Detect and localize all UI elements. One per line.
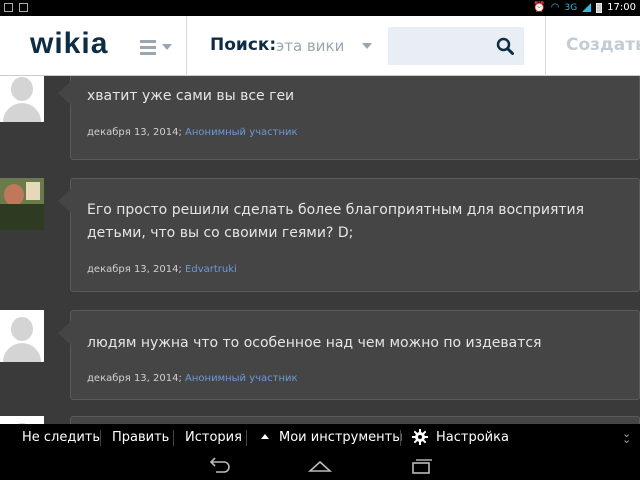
alarm-icon: ⏰ [533,2,546,13]
toolbar-separator [400,430,401,446]
search-icon[interactable] [496,37,514,55]
avatar-head [11,77,33,101]
home-icon[interactable] [307,457,333,475]
back-icon[interactable] [206,457,232,475]
comments-list: хватит уже сами вы все геи декабря 13, 2… [0,76,640,424]
history-button[interactable]: История [185,430,242,445]
chevron-down-icon [162,44,172,50]
clock: 17:00 [607,2,636,13]
avatar[interactable] [0,310,44,362]
menu-button[interactable] [140,38,180,58]
create-button[interactable]: Создать [566,35,640,55]
comment-date: декабря 13, 2014; [87,127,186,138]
comment-bubble: Его просто решили сделать более благопри… [58,178,640,292]
header-divider [545,16,546,76]
avatar-photo-part [0,204,44,230]
comment-date: декабря 13, 2014; [87,373,186,384]
hamburger-line [140,46,156,49]
comment-item: хватит уже сами вы все геи декабря 13, 2… [0,76,640,160]
comment-bubble: людям нужна что то особенное над чем мож… [58,310,640,400]
battery-icon [596,2,603,13]
header-divider [186,16,187,76]
status-bar: ⏰ ◠ 3G 17:00 [0,0,640,16]
comment-bubble [70,416,640,424]
chevron-up-icon [261,434,269,439]
comment-bubble: хватит уже сами вы все геи декабря 13, 2… [58,76,640,160]
comment-date: декабря 13, 2014; [87,264,186,275]
collapse-toolbar-icon[interactable]: ⌄ ⌄ [622,428,632,445]
signal-icon [582,3,592,12]
wikia-header: wikia Поиск: эта вики Создать [0,16,640,76]
toolbar-separator [173,430,174,446]
avatar-body [3,103,41,122]
comment-text: Его просто решили сделать более благопри… [87,202,585,241]
notification-icon [4,3,13,12]
edit-button[interactable]: Править [112,430,169,445]
avatar[interactable] [0,76,44,122]
toolbar-separator [100,430,101,446]
comment-meta: декабря 13, 2014; Анонимный участник [87,373,298,384]
comment-item: Его просто решили сделать более благопри… [0,178,640,292]
wikia-logo[interactable]: wikia [30,27,108,61]
my-tools-button[interactable]: Мои инструменты [279,430,403,445]
screenshot-icon [19,3,28,12]
avatar-head [11,317,33,341]
comment-text: хватит уже сами вы все геи [87,88,295,104]
comment-meta: декабря 13, 2014; Анонимный участник [87,127,298,138]
comment-meta: декабря 13, 2014; Edvartruki [87,264,237,275]
unfollow-button[interactable]: Не следить [22,430,100,445]
search-scope-dropdown[interactable]: эта вики [276,37,344,55]
avatar[interactable] [0,178,44,230]
chevron-down-icon [362,43,372,49]
settings-button[interactable]: Настройка [436,430,509,445]
comment-author-link[interactable]: Анонимный участник [185,373,298,384]
comment-text: людям нужна что то особенное над чем мож… [87,335,542,351]
gear-icon[interactable] [412,429,428,445]
comment-item: людям нужна что то особенное над чем мож… [0,310,640,400]
search-label: Поиск: [210,35,277,55]
toolbar-separator [246,430,247,446]
recent-apps-icon[interactable] [408,457,434,475]
bottom-toolbar: Не следить Править История Мои инструмен… [0,424,640,451]
avatar-photo-part [4,184,24,206]
hamburger-icon [140,40,156,43]
comment-item-partial [0,416,640,424]
comment-author-link[interactable]: Анонимный участник [185,127,298,138]
android-nav-bar [0,451,640,480]
avatar[interactable] [0,416,44,424]
avatar-body [3,343,41,362]
wifi-icon: ◠ [550,2,560,13]
network-type: 3G [564,2,578,13]
avatar-photo-part [26,182,40,200]
comment-author-link[interactable]: Edvartruki [185,264,237,275]
hamburger-line [140,52,156,55]
